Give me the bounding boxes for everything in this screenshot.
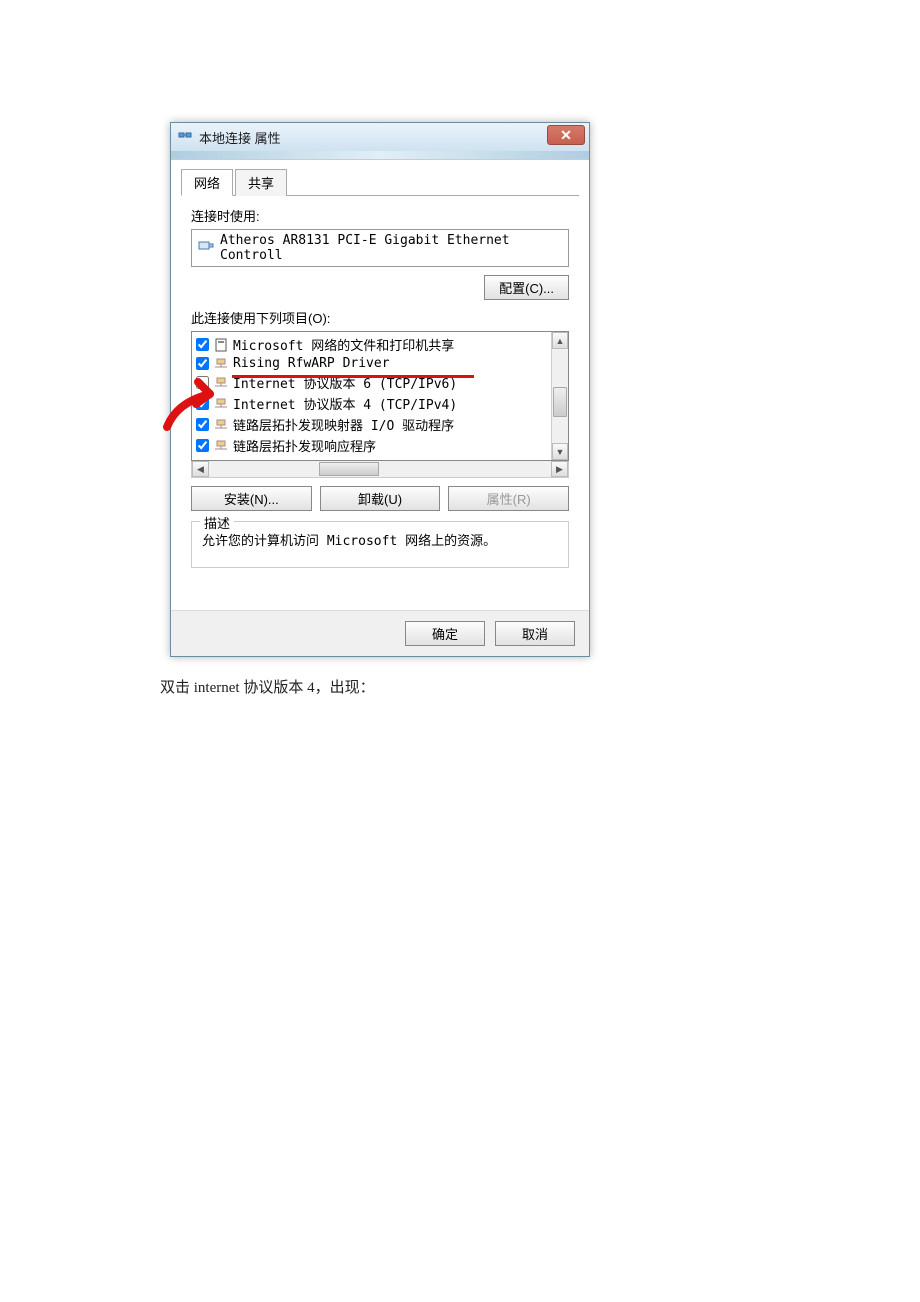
scroll-left-button[interactable]: ◀: [192, 461, 209, 477]
scroll-track-h[interactable]: [209, 461, 551, 477]
scroll-up-button[interactable]: ▲: [552, 332, 568, 349]
uninstall-button[interactable]: 卸载(U): [320, 486, 441, 511]
list-item[interactable]: 链路层拓扑发现响应程序: [192, 435, 550, 456]
item-label: 链路层拓扑发现响应程序: [233, 436, 376, 455]
list-item[interactable]: Rising RfwARP Driver: [192, 355, 550, 372]
close-button[interactable]: ✕: [547, 125, 585, 145]
item-label: 链路层拓扑发现映射器 I/O 驱动程序: [233, 415, 454, 434]
item-checkbox[interactable]: [196, 397, 209, 410]
description-text: 允许您的计算机访问 Microsoft 网络上的资源。: [202, 530, 558, 549]
item-checkbox[interactable]: [196, 418, 209, 431]
printer-share-icon: [213, 338, 229, 352]
scroll-right-button[interactable]: ▶: [551, 461, 568, 477]
items-label: 此连接使用下列项目(O):: [191, 308, 579, 327]
dialog-body: 网络 共享 连接时使用: Atheros AR8131 PCI-E Gigabi…: [171, 159, 589, 610]
titlebar[interactable]: 本地连接 属性 ✕: [171, 123, 589, 151]
item-checkbox[interactable]: [196, 376, 209, 389]
list-item[interactable]: Internet 协议版本 6 (TCP/IPv6): [192, 372, 550, 393]
item-label: Rising RfwARP Driver: [233, 356, 390, 371]
vertical-scrollbar[interactable]: ▲ ▼: [551, 332, 568, 460]
adapter-icon: [198, 238, 214, 258]
adapter-name: Atheros AR8131 PCI-E Gigabit Ethernet Co…: [220, 233, 562, 263]
item-label: Internet 协议版本 6 (TCP/IPv6): [233, 373, 457, 392]
titlebar-gloss: [171, 151, 589, 159]
tab-sharing[interactable]: 共享: [235, 169, 287, 196]
item-checkbox[interactable]: [196, 439, 209, 452]
configure-button[interactable]: 配置(C)...: [484, 275, 569, 300]
components-listbox[interactable]: Microsoft 网络的文件和打印机共享 Rising RfwARP Driv…: [191, 331, 569, 461]
protocol-icon: [213, 418, 229, 432]
description-group: 描述 允许您的计算机访问 Microsoft 网络上的资源。: [191, 521, 569, 568]
install-button[interactable]: 安装(N)...: [191, 486, 312, 511]
connect-using-label: 连接时使用:: [191, 206, 579, 225]
list-item[interactable]: 链路层拓扑发现映射器 I/O 驱动程序: [192, 414, 550, 435]
cancel-button[interactable]: 取消: [495, 621, 575, 646]
adapter-field: Atheros AR8131 PCI-E Gigabit Ethernet Co…: [191, 229, 569, 267]
scroll-down-button[interactable]: ▼: [552, 443, 568, 460]
horizontal-scrollbar[interactable]: ◀ ▶: [191, 461, 569, 478]
scroll-thumb-h[interactable]: [319, 462, 379, 476]
tab-strip: 网络 共享: [181, 168, 579, 196]
network-icon: [177, 128, 193, 147]
protocol-icon: [213, 397, 229, 411]
tab-network[interactable]: 网络: [181, 169, 233, 196]
description-legend: 描述: [200, 513, 234, 532]
item-checkbox[interactable]: [196, 338, 209, 351]
protocol-icon: [213, 439, 229, 453]
scroll-thumb[interactable]: [553, 387, 567, 417]
item-label: Microsoft 网络的文件和打印机共享: [233, 335, 454, 354]
scroll-track[interactable]: [552, 349, 568, 443]
ok-button[interactable]: 确定: [405, 621, 485, 646]
item-checkbox[interactable]: [196, 357, 209, 370]
properties-dialog: 本地连接 属性 ✕ 网络 共享 连接时使用: Atheros AR8131 PC…: [170, 122, 590, 657]
item-label: Internet 协议版本 4 (TCP/IPv4): [233, 394, 457, 413]
dialog-title: 本地连接 属性: [199, 128, 281, 147]
protocol-icon: [213, 357, 229, 371]
instruction-caption: 双击 internet 协议版本 4，出现：: [160, 676, 375, 697]
properties-button[interactable]: 属性(R): [448, 486, 569, 511]
list-item[interactable]: Internet 协议版本 4 (TCP/IPv4): [192, 393, 550, 414]
protocol-icon: [213, 376, 229, 390]
dialog-footer: 确定 取消: [171, 610, 589, 656]
list-item[interactable]: Microsoft 网络的文件和打印机共享: [192, 334, 550, 355]
